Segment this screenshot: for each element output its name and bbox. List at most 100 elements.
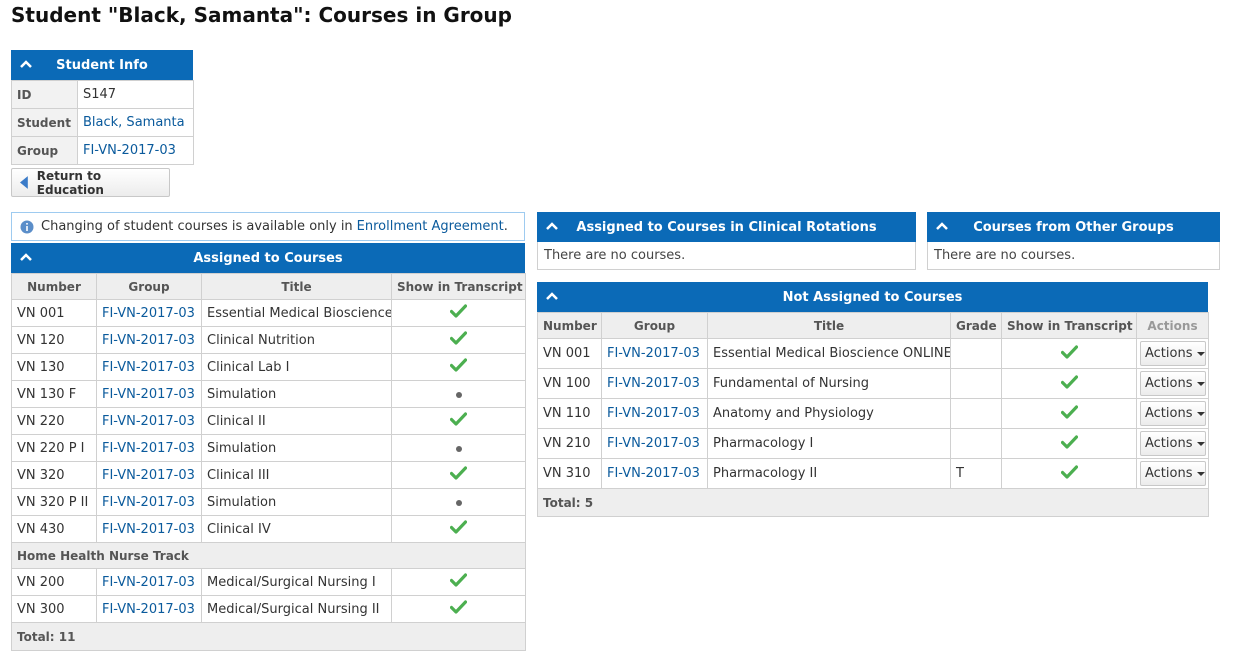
table-row: VN 130 FI-VN-2017-03 Clinical Lab I: [11, 353, 526, 381]
actions-label: Actions: [1145, 466, 1193, 481]
student-info-panel: Student Info ID S147 Student Black, Samanta…: [11, 50, 194, 165]
course-grade: [950, 368, 1002, 399]
actions-dropdown-button[interactable]: Actions: [1140, 401, 1206, 426]
actions-dropdown-button[interactable]: Actions: [1140, 431, 1206, 456]
column-header[interactable]: Title: [707, 312, 951, 339]
checkmark-icon: [449, 331, 468, 345]
assigned-courses-table: Number Group Title Show in Transcript VN 00…: [11, 273, 526, 651]
show-in-transcript-cell: [391, 488, 526, 516]
course-group-link[interactable]: FI-VN-2017-03: [102, 360, 195, 375]
info-icon: [20, 220, 34, 233]
course-title: Simulation: [201, 380, 392, 408]
checkmark-icon: [1060, 464, 1078, 479]
info-label-text: Group: [17, 143, 59, 158]
student-info-header[interactable]: Student Info: [11, 50, 193, 80]
course-grade: [950, 428, 1002, 459]
column-header[interactable]: Grade: [950, 312, 1002, 339]
dot-icon: [455, 499, 462, 506]
other-groups-header[interactable]: Courses from Other Groups: [927, 212, 1220, 242]
column-header[interactable]: Number: [537, 312, 602, 339]
course-number: VN 210: [537, 428, 602, 459]
notice-text: Changing of student courses is available…: [41, 219, 353, 234]
course-group-link[interactable]: FI-VN-2017-03: [102, 387, 195, 402]
actions-dropdown-button[interactable]: Actions: [1140, 341, 1206, 366]
actions-cell: Actions: [1136, 458, 1209, 489]
column-header[interactable]: Group: [601, 312, 708, 339]
checkmark-icon: [449, 358, 468, 372]
panel-title: Courses from Other Groups: [973, 219, 1174, 235]
table-row: VN 430 FI-VN-2017-03 Clinical IV: [11, 515, 526, 543]
info-value-link[interactable]: Black, Samanta: [83, 115, 185, 130]
course-group-cell: FI-VN-2017-03: [601, 458, 708, 489]
dot-icon: [455, 445, 462, 452]
total-row: Total: 5: [537, 488, 1209, 517]
show-in-transcript-cell: [1001, 338, 1137, 369]
column-header[interactable]: Title: [201, 273, 392, 300]
course-group-link[interactable]: FI-VN-2017-03: [102, 522, 195, 537]
info-label-text: ID: [17, 87, 32, 102]
course-title: Clinical IV: [201, 515, 392, 543]
checkmark-icon: [1060, 404, 1078, 419]
course-group-link[interactable]: FI-VN-2017-03: [607, 406, 700, 421]
course-group-cell: FI-VN-2017-03: [601, 368, 708, 399]
track-label: Home Health Nurse Track: [11, 542, 526, 569]
course-group-link[interactable]: FI-VN-2017-03: [102, 333, 195, 348]
actions-dropdown-button[interactable]: Actions: [1140, 461, 1206, 486]
course-number: VN 320 P II: [11, 488, 97, 516]
checkmark-icon: [1060, 434, 1078, 449]
track-group-row: Home Health Nurse Track: [11, 542, 526, 569]
checkmark-icon: [1060, 374, 1078, 389]
clinical-rotations-header[interactable]: Assigned to Courses in Clinical Rotation…: [537, 212, 916, 242]
info-label-text: Student: [17, 115, 71, 130]
course-group-link[interactable]: FI-VN-2017-03: [607, 376, 700, 391]
column-header[interactable]: Show in Transcript: [391, 273, 526, 300]
course-group-link[interactable]: FI-VN-2017-03: [102, 441, 195, 456]
course-group-link[interactable]: FI-VN-2017-03: [102, 306, 195, 321]
course-title: Simulation: [201, 488, 392, 516]
column-header[interactable]: Show in Transcript: [1001, 312, 1137, 339]
table-row: VN 220 P I FI-VN-2017-03 Simulation: [11, 434, 526, 462]
course-group-link[interactable]: FI-VN-2017-03: [607, 346, 700, 361]
course-group-link[interactable]: FI-VN-2017-03: [607, 436, 700, 451]
column-header[interactable]: Number: [11, 273, 97, 300]
course-group-link[interactable]: FI-VN-2017-03: [102, 414, 195, 429]
checkmark-icon: [1060, 344, 1078, 359]
table-row: VN 110 FI-VN-2017-03 Anatomy and Physiolog…: [537, 398, 1209, 429]
assigned-courses-header[interactable]: Assigned to Courses: [11, 243, 525, 273]
course-group-cell: FI-VN-2017-03: [96, 568, 202, 596]
actions-cell: Actions: [1136, 398, 1209, 429]
course-group-link[interactable]: FI-VN-2017-03: [102, 575, 195, 590]
info-row: Student Black, Samanta: [11, 108, 194, 137]
enrollment-agreement-link[interactable]: Enrollment Agreement: [357, 219, 504, 234]
checkmark-icon: [449, 600, 468, 614]
info-row: ID S147: [11, 80, 194, 109]
column-header[interactable]: Group: [96, 273, 202, 300]
panel-title: Not Assigned to Courses: [782, 289, 963, 305]
checkmark-icon: [449, 412, 468, 426]
course-title: Pharmacology I: [707, 428, 951, 459]
notice-suffix: .: [503, 219, 508, 234]
actions-cell: Actions: [1136, 368, 1209, 399]
table-row: VN 130 F FI-VN-2017-03 Simulation: [11, 380, 526, 408]
actions-label: Actions: [1145, 376, 1193, 391]
info-value: Black, Samanta: [77, 108, 194, 137]
info-value-link[interactable]: FI-VN-2017-03: [83, 143, 176, 158]
return-to-education-button[interactable]: Return to Education: [11, 168, 170, 197]
panel-title: Student Info: [56, 57, 148, 73]
course-group-link[interactable]: FI-VN-2017-03: [607, 466, 700, 481]
arrow-left-icon: [20, 176, 28, 189]
course-group-link[interactable]: FI-VN-2017-03: [102, 495, 195, 510]
actions-dropdown-button[interactable]: Actions: [1140, 371, 1206, 396]
not-assigned-table: Number Group Title Grade Show in Transcript A…: [537, 312, 1209, 517]
course-group-link[interactable]: FI-VN-2017-03: [102, 468, 195, 483]
info-value: FI-VN-2017-03: [77, 136, 194, 165]
show-in-transcript-cell: [391, 595, 526, 623]
course-group-link[interactable]: FI-VN-2017-03: [102, 602, 195, 617]
not-assigned-header[interactable]: Not Assigned to Courses: [537, 282, 1208, 312]
info-value-text: S147: [83, 87, 117, 102]
total-row: Total: 11: [11, 622, 526, 651]
empty-message: There are no courses.: [927, 242, 1220, 270]
table-row: VN 310 FI-VN-2017-03 Pharmacology II T Actio…: [537, 458, 1209, 489]
table-row: VN 300 FI-VN-2017-03 Medical/Surgical Nurs…: [11, 595, 526, 623]
table-row: VN 320 FI-VN-2017-03 Clinical III: [11, 461, 526, 489]
